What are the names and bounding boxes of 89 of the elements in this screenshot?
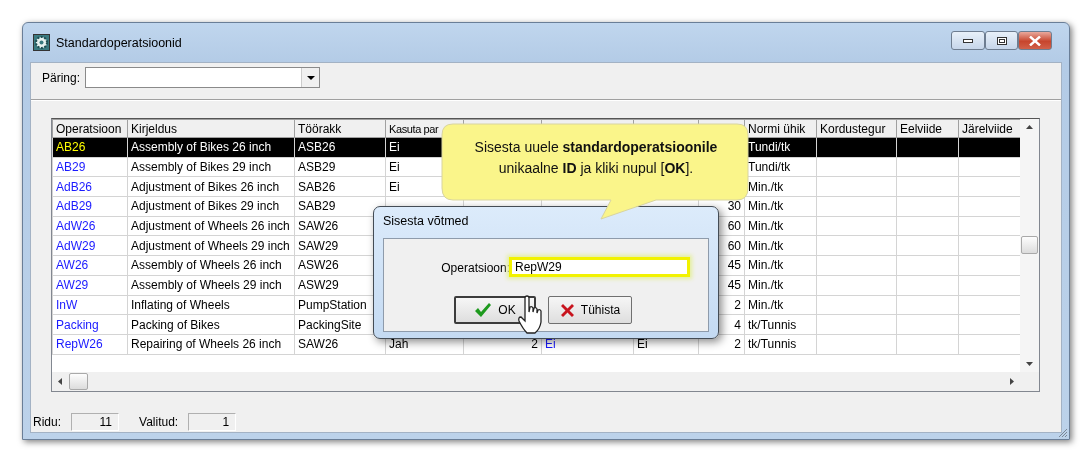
table-cell: AW26 <box>56 258 89 273</box>
minimize-button[interactable] <box>951 31 985 50</box>
table-cell: Min./tk <box>748 278 784 293</box>
table-cell: AdW26 <box>56 219 96 234</box>
table-cell: Ei <box>637 337 648 352</box>
table-cell: AB29 <box>56 160 86 175</box>
table-cell: Tundi/tk <box>748 160 791 175</box>
table-cell: RepW26 <box>56 337 103 352</box>
table-cell: Ei <box>545 337 556 352</box>
status-label: Ridu: <box>33 415 61 429</box>
vertical-scrollbar[interactable] <box>1020 119 1039 372</box>
table-cell: Packing of Bikes <box>131 317 220 332</box>
dropdown-arrow-icon[interactable] <box>306 75 315 80</box>
table-cell: 60 <box>727 219 741 234</box>
table-cell: ASB29 <box>298 160 336 175</box>
table-cell: Jah <box>389 337 409 352</box>
table-cell: AdB26 <box>56 179 93 194</box>
table-cell: Adjustment of Bikes 29 inch <box>131 199 280 214</box>
table-cell: Adjustment of Wheels 26 inch <box>131 219 290 234</box>
table-cell: 4 <box>734 317 741 332</box>
scroll-left-icon[interactable] <box>58 378 62 385</box>
cross-icon <box>559 302 575 318</box>
table-cell: PackingSite <box>298 317 362 332</box>
table-cell: 2 <box>734 297 741 312</box>
table-cell: PumpStation <box>298 297 367 312</box>
table-cell: Min./tk <box>748 238 784 253</box>
table-cell: Min./tk <box>748 297 784 312</box>
table-cell: 2 <box>734 337 741 352</box>
checkmark-icon <box>474 302 493 318</box>
table-cell: Min./tk <box>748 199 784 214</box>
maximize-icon <box>996 36 1007 45</box>
table-cell: Ei <box>389 160 400 175</box>
table-cell: AW29 <box>56 278 89 293</box>
scroll-thumb[interactable] <box>1021 236 1038 254</box>
table-cell: ASW29 <box>298 278 339 293</box>
horizontal-scrollbar[interactable] <box>52 372 1020 391</box>
table-cell: 60 <box>727 238 741 253</box>
dialog-title: Sisesta võtmed <box>383 214 469 228</box>
scroll-down-icon[interactable] <box>1026 362 1033 366</box>
close-icon <box>1029 35 1041 46</box>
table-cell: Inflating of Wheels <box>131 297 230 312</box>
table-cell: ASB26 <box>298 140 336 155</box>
table-cell: 30 <box>727 199 741 214</box>
table-cell: Min./tk <box>748 219 784 234</box>
table-cell: SAB29 <box>298 199 336 214</box>
input-field[interactable]: RepW29 <box>509 257 690 277</box>
gear-icon <box>33 34 50 51</box>
query-label: Päring: <box>42 70 81 85</box>
table-cell: tk/Tunnis <box>748 337 797 352</box>
table-cell: Min./tk <box>748 258 784 273</box>
table-cell: tk/Tunnis <box>748 317 797 332</box>
scroll-right-icon[interactable] <box>1010 378 1014 385</box>
minimize-icon <box>963 38 973 43</box>
window-title: Standardoperatsioonid <box>56 35 182 50</box>
table-cell: InW <box>56 297 78 312</box>
table-cell: Repairing of Wheels 26 inch <box>131 337 282 352</box>
table-cell: Assembly of Wheels 29 inch <box>131 278 282 293</box>
close-button[interactable] <box>1018 31 1052 50</box>
status-value: 1 <box>188 413 237 431</box>
table-cell: Ei <box>389 179 400 194</box>
table-cell: Ei <box>389 140 400 155</box>
table-cell: 2 <box>531 337 538 352</box>
resize-grip-icon[interactable] <box>1058 428 1068 438</box>
table-cell: Min./tk <box>748 179 784 194</box>
scroll-thumb[interactable] <box>69 373 88 390</box>
table-cell: Assembly of Bikes 29 inch <box>131 160 272 175</box>
maximize-button[interactable] <box>985 31 1018 50</box>
table-cell: 45 <box>727 258 741 273</box>
table-cell: Assembly of Bikes 26 inch <box>131 140 272 155</box>
field-label: Operatsioon: <box>440 261 510 275</box>
table-cell: 45 <box>727 278 741 293</box>
table-cell: SAB26 <box>298 179 336 194</box>
table-cell: AB26 <box>56 140 86 155</box>
cancel-button[interactable]: Tühista <box>548 296 632 324</box>
table-cell: SAW26 <box>298 337 339 352</box>
status-value: 11 <box>71 413 119 431</box>
table-cell: AdW29 <box>56 238 96 253</box>
table-cell: AdB29 <box>56 199 93 214</box>
table-cell: SAW26 <box>298 219 339 234</box>
table-cell: Assembly of Wheels 26 inch <box>131 258 282 273</box>
table-cell: Adjustment of Bikes 26 inch <box>131 179 280 194</box>
scroll-up-icon[interactable] <box>1026 125 1033 129</box>
table-cell: SAW29 <box>298 238 339 253</box>
table-cell: Tundi/tk <box>748 140 791 155</box>
status-label: Valitud: <box>139 415 179 429</box>
table-cell: Adjustment of Wheels 29 inch <box>131 238 290 253</box>
table-cell: ASW26 <box>298 258 339 273</box>
scrollbar-corner <box>1020 372 1039 391</box>
table-cell: Packing <box>56 317 99 332</box>
